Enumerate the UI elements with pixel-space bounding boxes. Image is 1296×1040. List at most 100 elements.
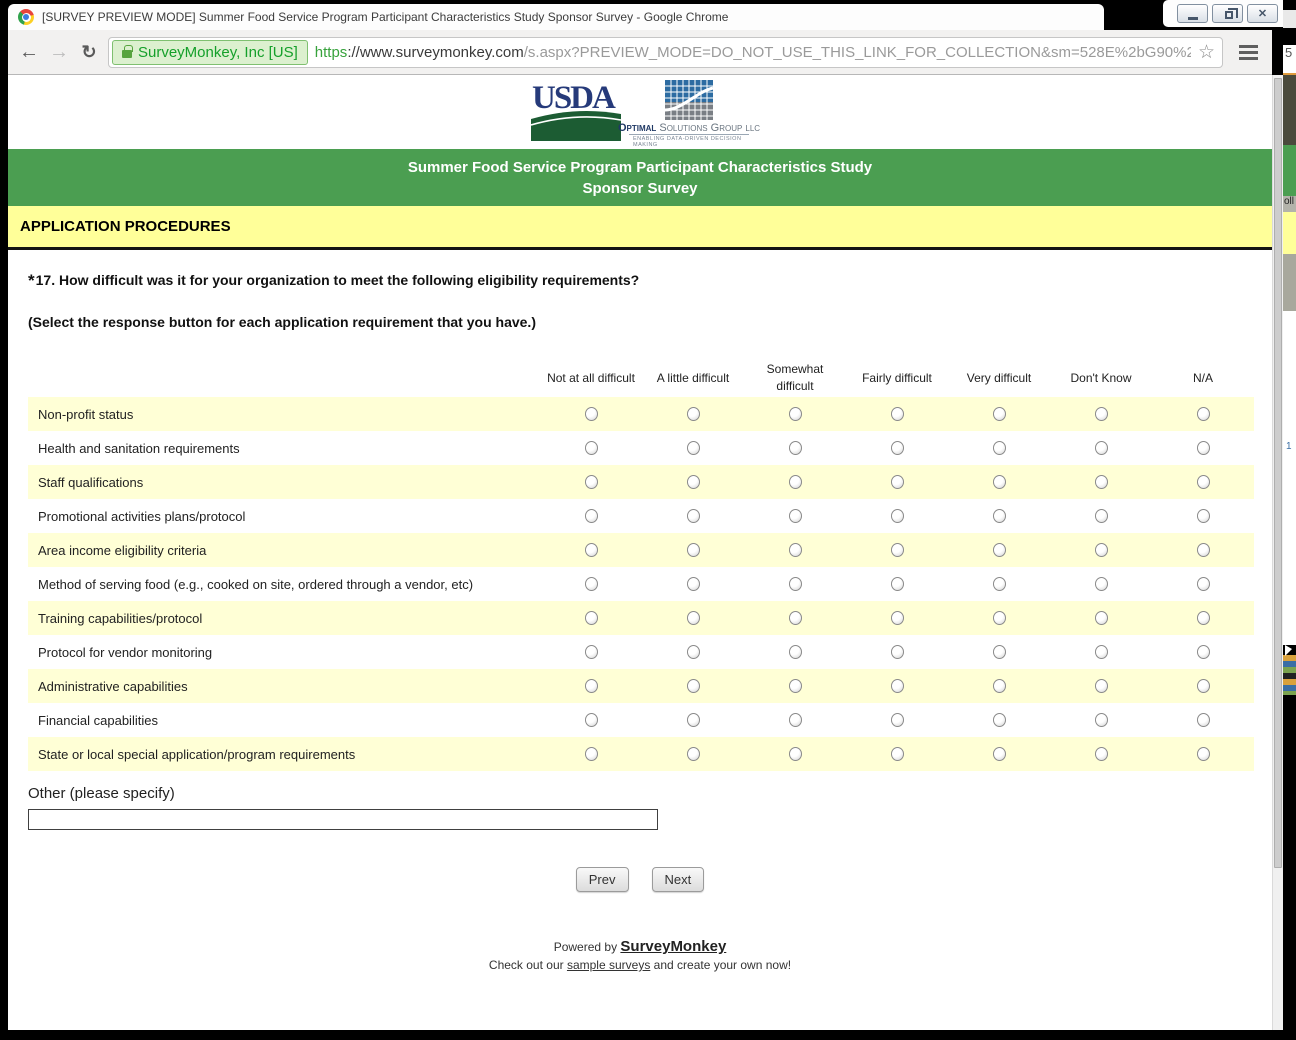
- radio-option[interactable]: [1095, 509, 1108, 523]
- radio-option[interactable]: [993, 679, 1006, 693]
- forward-button[interactable]: [44, 41, 74, 64]
- radio-option[interactable]: [687, 713, 700, 727]
- radio-option[interactable]: [1197, 577, 1210, 591]
- radio-option[interactable]: [1197, 407, 1210, 421]
- radio-option[interactable]: [1095, 645, 1108, 659]
- radio-option[interactable]: [1095, 577, 1108, 591]
- radio-option[interactable]: [585, 475, 598, 489]
- radio-option[interactable]: [789, 747, 802, 761]
- address-bar[interactable]: SurveyMonkey, Inc [US] https://www.surve…: [108, 37, 1223, 68]
- radio-option[interactable]: [1095, 407, 1108, 421]
- radio-option[interactable]: [585, 509, 598, 523]
- radio-option[interactable]: [585, 679, 598, 693]
- radio-option[interactable]: [891, 441, 904, 455]
- radio-option[interactable]: [789, 543, 802, 557]
- radio-option[interactable]: [1197, 441, 1210, 455]
- radio-option[interactable]: [993, 645, 1006, 659]
- surveymonkey-link[interactable]: SurveyMonkey: [620, 938, 726, 955]
- radio-cell: [1050, 645, 1152, 659]
- radio-option[interactable]: [687, 679, 700, 693]
- table-row: Area income eligibility criteria: [28, 533, 1254, 567]
- radio-option[interactable]: [1197, 543, 1210, 557]
- radio-option[interactable]: [993, 441, 1006, 455]
- radio-cell: [744, 645, 846, 659]
- radio-option[interactable]: [1197, 645, 1210, 659]
- radio-option[interactable]: [687, 407, 700, 421]
- radio-option[interactable]: [687, 509, 700, 523]
- page-scrollbar[interactable]: [1272, 75, 1283, 1030]
- radio-option[interactable]: [789, 713, 802, 727]
- radio-option[interactable]: [687, 577, 700, 591]
- radio-option[interactable]: [1095, 713, 1108, 727]
- column-header: Don't Know: [1071, 371, 1132, 385]
- radio-option[interactable]: [687, 543, 700, 557]
- ev-certificate-badge[interactable]: SurveyMonkey, Inc [US]: [112, 40, 308, 65]
- back-button[interactable]: [14, 41, 44, 64]
- radio-option[interactable]: [891, 509, 904, 523]
- minimize-button[interactable]: [1177, 4, 1208, 23]
- radio-option[interactable]: [891, 713, 904, 727]
- radio-option[interactable]: [891, 611, 904, 625]
- radio-option[interactable]: [1095, 441, 1108, 455]
- radio-option[interactable]: [585, 577, 598, 591]
- radio-option[interactable]: [585, 713, 598, 727]
- radio-option[interactable]: [891, 679, 904, 693]
- other-specify-input[interactable]: [28, 809, 658, 830]
- radio-option[interactable]: [993, 713, 1006, 727]
- radio-option[interactable]: [789, 475, 802, 489]
- radio-option[interactable]: [687, 475, 700, 489]
- radio-option[interactable]: [687, 747, 700, 761]
- scrollbar-thumb[interactable]: [1274, 78, 1282, 868]
- radio-option[interactable]: [1197, 509, 1210, 523]
- radio-option[interactable]: [1197, 475, 1210, 489]
- radio-option[interactable]: [891, 407, 904, 421]
- bookmark-star-icon[interactable]: [1191, 41, 1222, 64]
- radio-option[interactable]: [993, 611, 1006, 625]
- radio-option[interactable]: [1095, 611, 1108, 625]
- radio-option[interactable]: [1197, 747, 1210, 761]
- radio-option[interactable]: [789, 679, 802, 693]
- radio-option[interactable]: [993, 747, 1006, 761]
- radio-option[interactable]: [891, 543, 904, 557]
- radio-cell: [540, 713, 642, 727]
- radio-option[interactable]: [585, 543, 598, 557]
- radio-option[interactable]: [687, 645, 700, 659]
- radio-option[interactable]: [585, 407, 598, 421]
- restore-button[interactable]: [1212, 4, 1243, 23]
- radio-option[interactable]: [687, 441, 700, 455]
- radio-option[interactable]: [993, 475, 1006, 489]
- radio-option[interactable]: [1095, 543, 1108, 557]
- radio-option[interactable]: [993, 543, 1006, 557]
- radio-option[interactable]: [789, 611, 802, 625]
- radio-option[interactable]: [789, 645, 802, 659]
- row-label-cell: Administrative capabilities: [28, 679, 540, 694]
- radio-option[interactable]: [789, 577, 802, 591]
- radio-option[interactable]: [789, 509, 802, 523]
- radio-option[interactable]: [891, 645, 904, 659]
- next-button[interactable]: Next: [652, 867, 705, 892]
- radio-option[interactable]: [1197, 679, 1210, 693]
- radio-option[interactable]: [993, 509, 1006, 523]
- sample-surveys-link[interactable]: sample surveys: [567, 958, 650, 972]
- radio-option[interactable]: [1197, 713, 1210, 727]
- radio-option[interactable]: [993, 407, 1006, 421]
- prev-button[interactable]: Prev: [576, 867, 629, 892]
- radio-option[interactable]: [687, 611, 700, 625]
- radio-option[interactable]: [789, 441, 802, 455]
- radio-option[interactable]: [1095, 475, 1108, 489]
- radio-option[interactable]: [789, 407, 802, 421]
- radio-option[interactable]: [1095, 747, 1108, 761]
- radio-option[interactable]: [585, 645, 598, 659]
- radio-option[interactable]: [891, 475, 904, 489]
- radio-option[interactable]: [585, 747, 598, 761]
- reload-button[interactable]: [74, 41, 104, 64]
- menu-icon[interactable]: [1239, 51, 1258, 54]
- radio-option[interactable]: [1197, 611, 1210, 625]
- close-button[interactable]: [1247, 4, 1278, 23]
- radio-option[interactable]: [993, 577, 1006, 591]
- radio-option[interactable]: [1095, 679, 1108, 693]
- radio-option[interactable]: [585, 611, 598, 625]
- radio-option[interactable]: [891, 577, 904, 591]
- radio-option[interactable]: [585, 441, 598, 455]
- radio-option[interactable]: [891, 747, 904, 761]
